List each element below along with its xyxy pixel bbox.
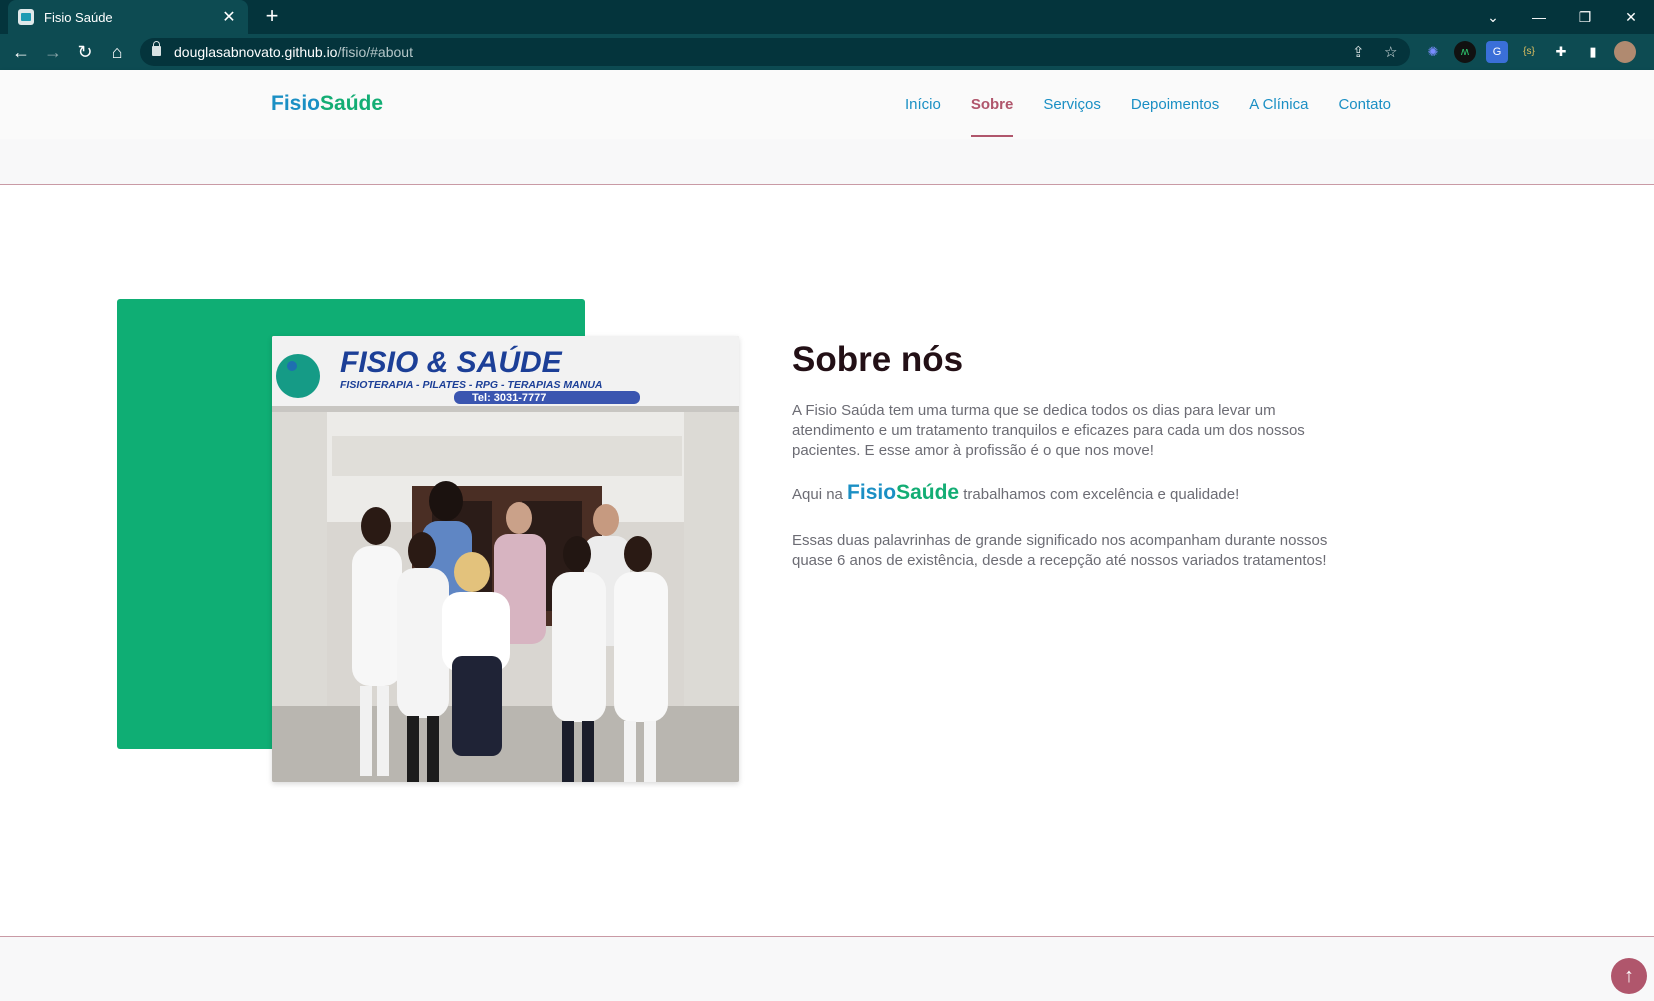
extension-json-icon[interactable]: {s} — [1518, 41, 1540, 63]
forward-arrow-icon[interactable]: → — [42, 41, 64, 63]
section-divider-bottom — [0, 936, 1654, 1001]
new-tab-button[interactable]: + — [260, 5, 284, 29]
profile-avatar[interactable] — [1614, 41, 1636, 63]
url-text: douglasabnovato.github.io/fisio/#about — [174, 44, 413, 60]
sign-phone: Tel: 3031-7777 — [472, 392, 546, 404]
side-panel-icon[interactable]: ▮ — [1582, 41, 1604, 63]
lock-icon — [152, 41, 161, 56]
site-header: FisioSaúde Início Sobre Serviços Depoime… — [0, 70, 1654, 139]
bookmark-star-icon[interactable]: ☆ — [1384, 43, 1397, 61]
inline-logo: FisioSaúde — [847, 481, 960, 504]
nav-item-inicio[interactable]: Início — [905, 70, 941, 139]
window-controls: ⌄ — ❐ ✕ — [1470, 0, 1654, 34]
back-arrow-icon[interactable]: ← — [10, 41, 32, 63]
about-paragraph-1: A Fisio Saúda tem uma turma que se dedic… — [792, 402, 1305, 459]
nav-item-contato[interactable]: Contato — [1338, 70, 1391, 139]
home-icon[interactable]: ⌂ — [106, 41, 128, 63]
sign-subtitle: FISIOTERAPIA - PILATES - RPG - TERAPIAS … — [340, 379, 603, 391]
extensions-puzzle-icon[interactable]: ✚ — [1550, 41, 1572, 63]
browser-tab[interactable]: Fisio Saúde ✕ — [8, 0, 248, 34]
tab-favicon-icon — [18, 9, 34, 25]
restore-icon[interactable]: ❐ — [1562, 9, 1608, 26]
address-bar[interactable]: douglasabnovato.github.io/fisio/#about ⇪… — [140, 38, 1410, 66]
nav-item-sobre[interactable]: Sobre — [970, 70, 1013, 139]
browser-titlebar: Fisio Saúde ✕ + ⌄ — ❐ ✕ — [0, 0, 1654, 34]
tab-title: Fisio Saúde — [44, 9, 113, 25]
about-paragraph-2: Aqui na FisioSaúde trabalhamos com excel… — [792, 481, 1240, 504]
nav-item-servicos[interactable]: Serviços — [1043, 70, 1101, 139]
browser-toolbar: ← → ↻ ⌂ douglasabnovato.github.io/fisio/… — [0, 34, 1654, 70]
nav-item-depoimentos[interactable]: Depoimentos — [1131, 70, 1219, 139]
site-logo[interactable]: FisioSaúde — [271, 92, 383, 116]
main-nav: Início Sobre Serviços Depoimentos A Clín… — [905, 70, 1391, 139]
translate-icon[interactable]: G — [1486, 41, 1508, 63]
back-to-top-button[interactable]: ↑ — [1611, 958, 1647, 994]
share-icon[interactable]: ⇪ — [1352, 43, 1365, 61]
about-paragraph-3: Essas duas palavrinhas de grande signifi… — [792, 532, 1328, 569]
about-title: Sobre nós — [792, 340, 964, 379]
nav-item-a-clinica[interactable]: A Clínica — [1249, 70, 1308, 139]
extension-gear-icon[interactable]: ✺ — [1422, 41, 1444, 63]
team-photo: FISIO & SAÚDE FISIOTERAPIA - PILATES - R… — [272, 336, 739, 782]
window-close-icon[interactable]: ✕ — [1608, 9, 1654, 26]
section-divider-top — [0, 139, 1654, 185]
sign-title: FISIO & SAÚDE — [340, 345, 563, 379]
close-icon[interactable]: ✕ — [220, 7, 238, 27]
about-section: FISIO & SAÚDE FISIOTERAPIA - PILATES - R… — [0, 186, 1654, 936]
extension-monitor-icon[interactable]: ʍ — [1454, 41, 1476, 63]
tab-search-icon[interactable]: ⌄ — [1470, 9, 1516, 26]
reload-icon[interactable]: ↻ — [74, 41, 96, 63]
minimize-icon[interactable]: — — [1516, 9, 1562, 25]
